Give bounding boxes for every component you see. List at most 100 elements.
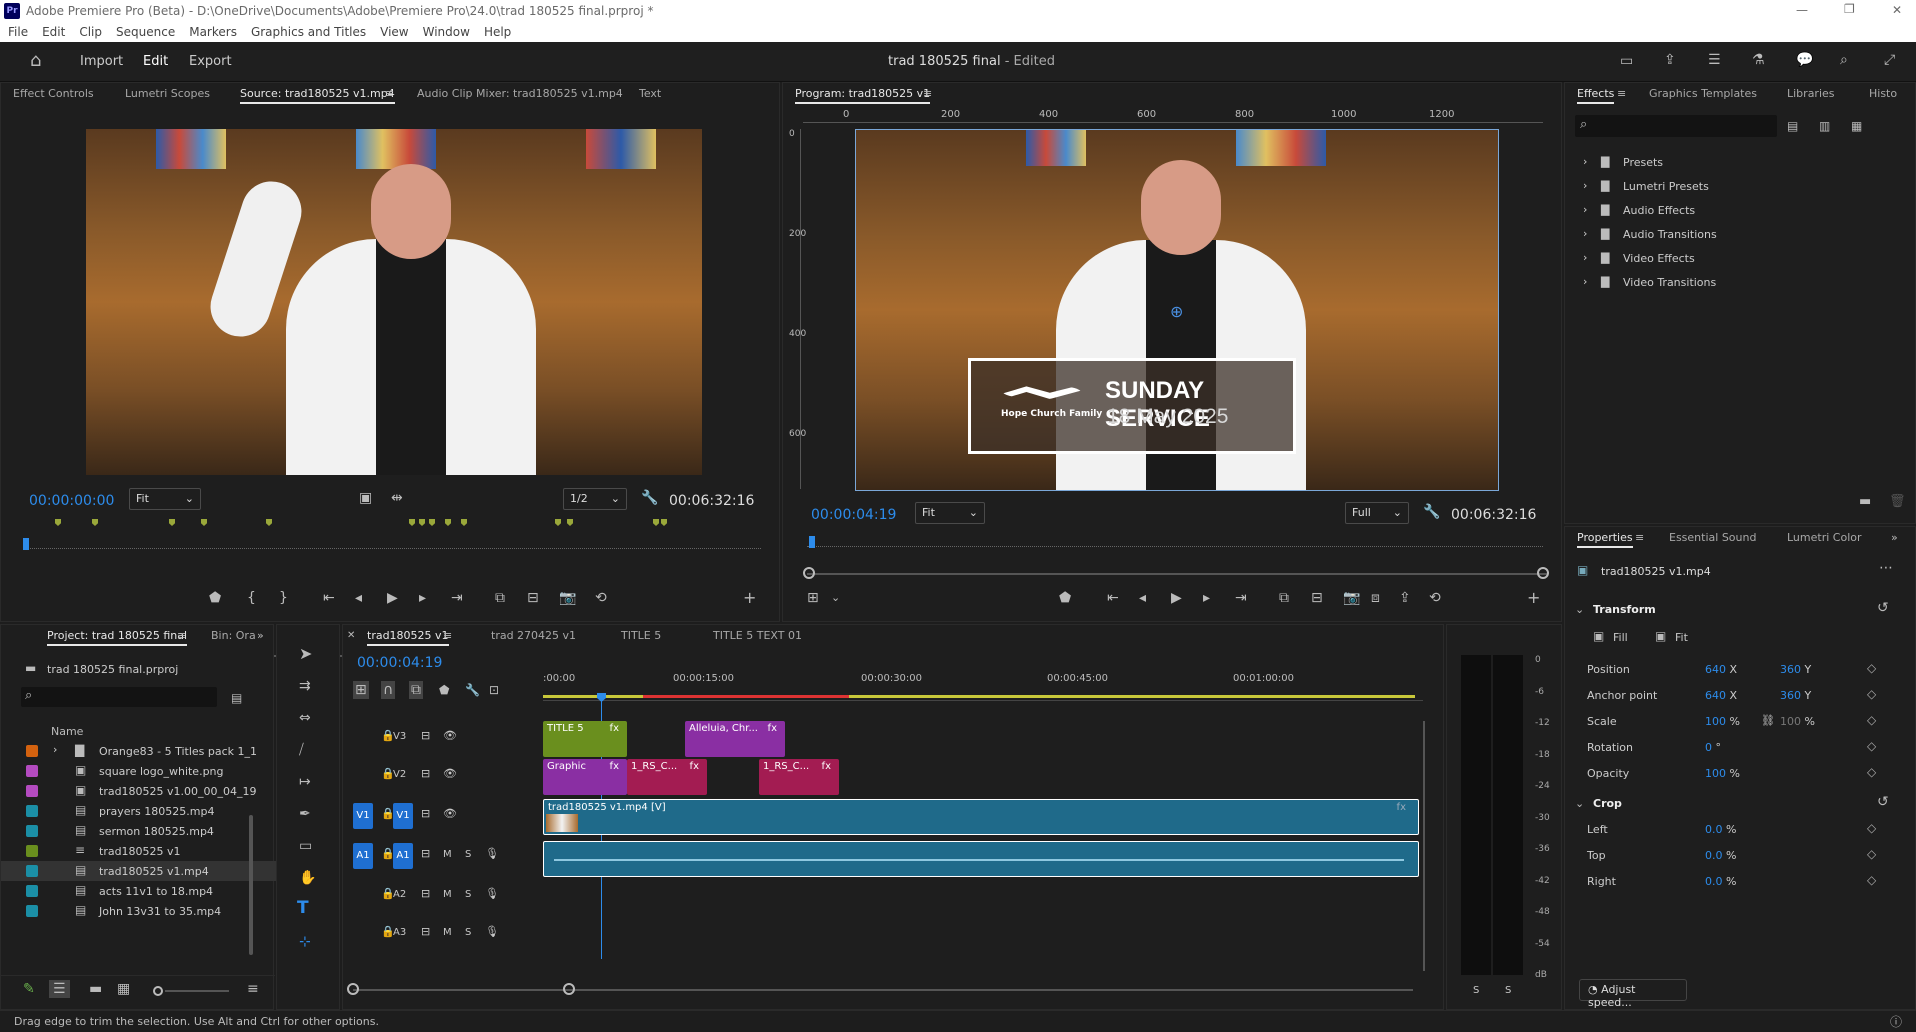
go-to-out-icon[interactable]: ⇥ bbox=[1235, 591, 1247, 605]
column-header-name[interactable]: Name bbox=[51, 725, 83, 738]
source-playhead[interactable] bbox=[23, 538, 29, 550]
mark-out-icon[interactable]: } bbox=[279, 591, 288, 605]
property-value-2[interactable]: 100 % bbox=[1780, 715, 1815, 728]
list-item[interactable]: ≡ trad180525 v1 bbox=[1, 841, 301, 861]
timeline-hscroll[interactable] bbox=[353, 989, 1413, 991]
tab-menu-icon[interactable]: ≡ bbox=[923, 87, 932, 101]
clip-alleluia[interactable]: Alleluia, Chr... fx bbox=[685, 721, 785, 757]
new-bin-icon[interactable]: ▤ bbox=[231, 691, 242, 705]
track-target[interactable]: V2 bbox=[393, 769, 406, 780]
program-playhead[interactable] bbox=[809, 536, 815, 548]
tab-audio-clip-mixer[interactable]: Audio Clip Mixer: trad180525 v1.mp4 bbox=[417, 87, 623, 100]
mic-icon[interactable]: 🎙 bbox=[485, 887, 499, 900]
effects-search-input[interactable] bbox=[1597, 117, 1771, 135]
project-search[interactable]: ⌕ bbox=[21, 687, 217, 707]
tab-menu-icon[interactable]: ≡ bbox=[1617, 87, 1626, 101]
safe-margins-icon[interactable]: ⊞ bbox=[807, 591, 819, 605]
property-value[interactable]: 640 X bbox=[1705, 663, 1737, 676]
close-button[interactable]: ✕ bbox=[1892, 3, 1902, 17]
tab-sequence-3[interactable]: TITLE 5 bbox=[621, 629, 661, 642]
fit-icon[interactable]: ▣ bbox=[1655, 629, 1666, 643]
freeform-view-icon[interactable]: ▦ bbox=[117, 982, 130, 996]
property-value[interactable]: 0.0 % bbox=[1705, 875, 1736, 888]
track-target[interactable]: A3 bbox=[393, 927, 406, 938]
play-icon[interactable]: ▶ bbox=[387, 591, 398, 605]
list-item[interactable]: ▤ prayers 180525.mp4 bbox=[1, 801, 301, 821]
solo-right[interactable]: S bbox=[1505, 985, 1511, 996]
tab-sequence-4[interactable]: TITLE 5 TEXT 01 bbox=[713, 629, 802, 642]
tab-essential-sound[interactable]: Essential Sound bbox=[1669, 531, 1756, 544]
mic-icon[interactable]: 🎙 bbox=[485, 847, 499, 860]
program-resolution-select[interactable]: Full ⌄ bbox=[1345, 502, 1409, 524]
label-color-swatch[interactable] bbox=[26, 765, 38, 777]
tab-lumetri-color[interactable]: Lumetri Color bbox=[1787, 531, 1862, 544]
program-zoom-scrollbar[interactable] bbox=[807, 573, 1547, 575]
list-item[interactable]: ▣ square logo_white.png bbox=[1, 761, 301, 781]
list-item[interactable]: ▣ trad180525 v1.00_00_04_19 bbox=[1, 781, 301, 801]
nav-edit[interactable]: Edit bbox=[143, 54, 168, 69]
new-bin-icon[interactable]: ▬ bbox=[1859, 495, 1871, 509]
menu-edit[interactable]: Edit bbox=[42, 25, 65, 39]
extract-icon[interactable]: ⊟ bbox=[1311, 591, 1323, 605]
effects-folder[interactable]: › ▇ Audio Effects bbox=[1565, 199, 1885, 223]
selection-tool-icon[interactable]: ➤ bbox=[299, 646, 312, 662]
minimize-button[interactable]: — bbox=[1796, 3, 1808, 17]
sort-icon[interactable]: ≡ bbox=[247, 982, 259, 996]
search-icon[interactable]: ⌕ bbox=[1840, 53, 1848, 67]
menu-sequence[interactable]: Sequence bbox=[116, 25, 175, 39]
tab-libraries[interactable]: Libraries bbox=[1787, 87, 1835, 100]
mark-in-icon[interactable]: { bbox=[247, 591, 256, 605]
solo-button[interactable]: S bbox=[465, 849, 471, 860]
loop-icon[interactable]: ⟲ bbox=[1429, 591, 1441, 605]
chevron-down-icon[interactable]: ⌄ bbox=[1575, 797, 1584, 811]
track-select-tool-icon[interactable]: ⇉ bbox=[299, 679, 311, 693]
chevron-right-icon[interactable]: › bbox=[1583, 251, 1587, 264]
mute-button[interactable]: M bbox=[443, 849, 452, 860]
track-target[interactable]: V3 bbox=[393, 731, 406, 742]
export-icon[interactable]: ⇪ bbox=[1399, 591, 1411, 605]
hand-tool-icon[interactable]: ✋ bbox=[299, 871, 316, 885]
wrench-icon[interactable]: 🔧 bbox=[641, 491, 658, 505]
add-marker-icon[interactable]: ⬟ bbox=[1059, 591, 1071, 605]
solo-button[interactable]: S bbox=[465, 889, 471, 900]
property-value-2[interactable]: 360 Y bbox=[1780, 689, 1811, 702]
program-timecode[interactable]: 00:00:04:19 bbox=[811, 507, 896, 523]
program-scroll-handle-left[interactable] bbox=[803, 567, 815, 579]
sync-lock-icon[interactable]: ⊟ bbox=[421, 767, 430, 780]
pencil-icon[interactable]: ✎ bbox=[23, 982, 35, 996]
adjust-speed-button[interactable]: ◔ Adjust speed... bbox=[1579, 979, 1687, 1009]
sync-lock-icon[interactable]: ⊟ bbox=[421, 887, 430, 900]
list-item[interactable]: ▤ sermon 180525.mp4 bbox=[1, 821, 301, 841]
menu-window[interactable]: Window bbox=[423, 25, 470, 39]
label-color-swatch[interactable] bbox=[26, 905, 38, 917]
timeline-scroll-right[interactable] bbox=[563, 983, 575, 995]
title-overlay[interactable]: Hope Church Family SUNDAY SERVICE 18 May… bbox=[968, 358, 1296, 454]
anchor-crosshair-icon[interactable]: ⊕ bbox=[1170, 302, 1183, 321]
zoom-slider-track[interactable] bbox=[165, 990, 229, 992]
tab-program[interactable]: Program: trad180525 v1 bbox=[795, 87, 931, 104]
add-button-icon[interactable]: + bbox=[1527, 590, 1540, 606]
source-patch[interactable]: V1 bbox=[353, 803, 373, 829]
effects-folder[interactable]: › ▇ Audio Transitions bbox=[1565, 223, 1885, 247]
tab-source[interactable]: Source: trad180525 v1.mp4 bbox=[240, 87, 395, 104]
keyframe-icon[interactable]: ◇ bbox=[1867, 873, 1876, 887]
track-target[interactable]: A2 bbox=[393, 889, 406, 900]
info-icon[interactable]: ⓘ bbox=[1890, 1015, 1902, 1029]
chevron-down-icon[interactable]: ⌄ bbox=[831, 591, 840, 605]
play-icon[interactable]: ▶ bbox=[1171, 591, 1182, 605]
label-color-swatch[interactable] bbox=[26, 785, 38, 797]
panel-layout-icon[interactable]: ▭ bbox=[1620, 54, 1633, 68]
list-item[interactable]: ▤ trad180525 v1.mp4 bbox=[1, 861, 301, 881]
tab-project[interactable]: Project: trad 180525 final bbox=[47, 629, 188, 646]
reset-icon[interactable]: ↺ bbox=[1877, 795, 1889, 809]
menu-markers[interactable]: Markers bbox=[189, 25, 237, 39]
insert-clip-icon[interactable]: ⧉ bbox=[495, 591, 505, 605]
label-color-swatch[interactable] bbox=[26, 865, 38, 877]
add-marker-icon[interactable]: ⬟ bbox=[209, 591, 221, 605]
property-value-2[interactable]: 360 Y bbox=[1780, 663, 1811, 676]
sync-lock-icon[interactable]: ⊟ bbox=[421, 729, 430, 742]
list-view-icon[interactable]: ☰ bbox=[49, 980, 70, 998]
effects-folder[interactable]: › ▇ Lumetri Presets bbox=[1565, 175, 1885, 199]
fill-icon[interactable]: ▣ bbox=[1593, 629, 1604, 643]
home-icon[interactable]: ⌂ bbox=[30, 52, 41, 70]
